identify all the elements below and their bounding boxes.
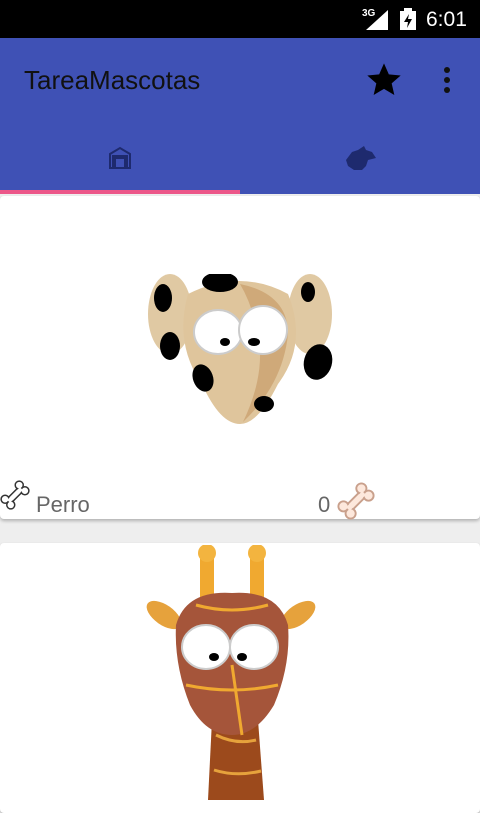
bone-icon <box>0 480 30 510</box>
battery-icon <box>400 8 416 30</box>
tab-indicator <box>0 190 240 194</box>
app-title: TareaMascotas <box>24 65 201 95</box>
dog-icon <box>346 146 376 170</box>
pet-card[interactable] <box>0 543 480 813</box>
dog-image <box>148 274 333 424</box>
app-bar: TareaMascotas <box>0 38 480 194</box>
star-icon[interactable] <box>364 60 404 100</box>
tab-pets[interactable] <box>240 128 480 194</box>
more-options-icon[interactable] <box>437 64 457 96</box>
clock: 6:01 <box>426 8 467 31</box>
like-count: 0 <box>318 492 331 517</box>
status-bar: 3G 6:01 <box>0 0 480 38</box>
house-icon <box>109 146 131 169</box>
giraffe-image <box>146 545 316 800</box>
tab-home[interactable] <box>0 128 240 194</box>
bone-like-icon[interactable] <box>336 482 376 520</box>
pet-name: Perro <box>36 492 90 517</box>
signal-icon <box>366 10 388 30</box>
pet-card[interactable]: Perro 0 <box>0 196 480 520</box>
